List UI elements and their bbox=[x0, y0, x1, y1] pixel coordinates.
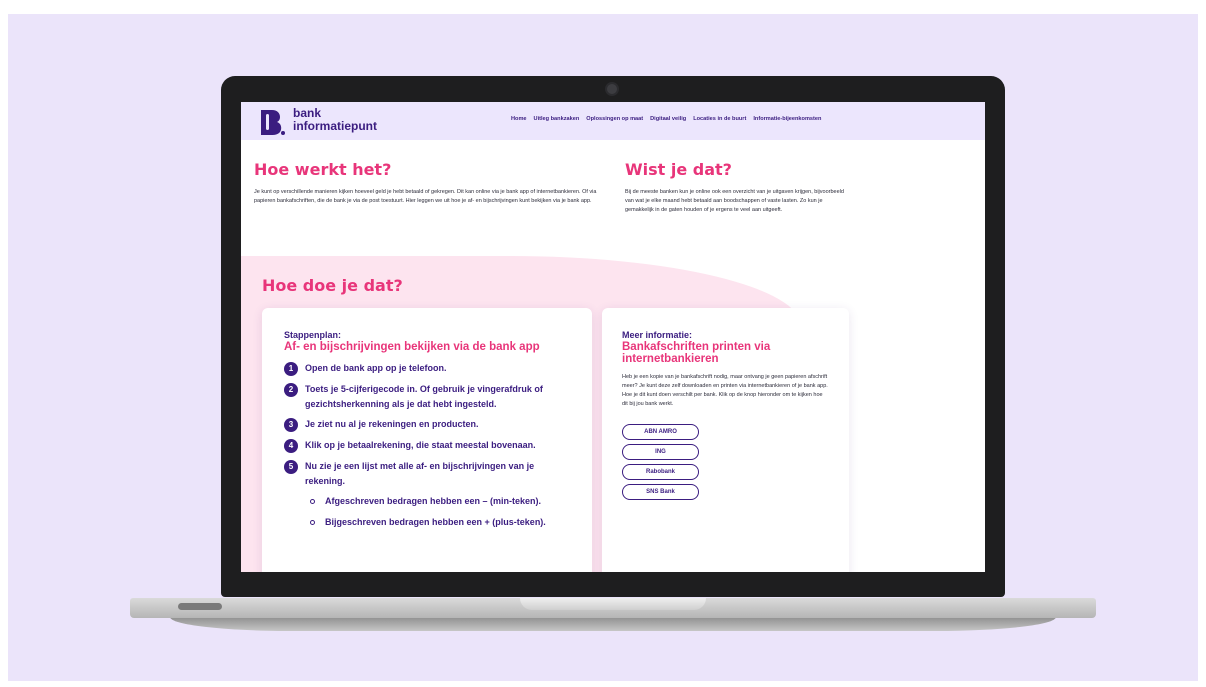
nav-home[interactable]: Home bbox=[511, 116, 527, 122]
site-header: bank informatiepunt Home Uitleg bankzake… bbox=[241, 102, 985, 140]
steps-label: Stappenplan: bbox=[284, 330, 342, 340]
step-item: 5 Nu zie je een lijst met alle af- en bi… bbox=[284, 459, 570, 488]
main-nav: Home Uitleg bankzaken Oplossingen op maa… bbox=[511, 116, 821, 122]
rabobank-button[interactable]: Rabobank bbox=[622, 464, 699, 480]
sub-step-item: Afgeschreven bedragen hebben een – (min-… bbox=[310, 494, 570, 509]
sub-step-list: Afgeschreven bedragen hebben een – (min-… bbox=[310, 494, 570, 529]
step-text: Je ziet nu al je rekeningen en producten… bbox=[305, 419, 479, 429]
more-info-label: Meer informatie: bbox=[622, 330, 693, 340]
nav-oplossingen-op-maat[interactable]: Oplossingen op maat bbox=[586, 116, 643, 122]
sns-bank-button[interactable]: SNS Bank bbox=[622, 484, 699, 500]
step-text: Nu zie je een lijst met alle af- en bijs… bbox=[305, 461, 535, 486]
nav-digitaal-veilig[interactable]: Digitaal veilig bbox=[650, 116, 686, 122]
sub-step-item: Bijgeschreven bedragen hebben een + (plu… bbox=[310, 515, 570, 530]
how-section-title: Hoe doe je dat? bbox=[262, 276, 403, 295]
step-number: 1 bbox=[284, 362, 298, 376]
nav-locaties-in-de-buurt[interactable]: Locaties in de buurt bbox=[693, 116, 746, 122]
step-number: 4 bbox=[284, 439, 298, 453]
logo-text[interactable]: bank informatiepunt bbox=[293, 107, 377, 133]
abn-amro-button[interactable]: ABN AMRO bbox=[622, 424, 699, 440]
step-text: Open de bank app op je telefoon. bbox=[305, 363, 447, 373]
laptop-screen: bank informatiepunt Home Uitleg bankzake… bbox=[241, 102, 985, 572]
intro-text: Je kunt op verschillende manieren kijken… bbox=[254, 189, 597, 204]
more-info-card: Meer informatie: Bankafschriften printen… bbox=[602, 308, 849, 572]
intro-title: Hoe werkt het? bbox=[254, 160, 392, 179]
tip-title: Wist je dat? bbox=[625, 160, 732, 179]
intro-section: Hoe werkt het? Je kunt op verschillende … bbox=[254, 160, 604, 206]
camera-icon bbox=[605, 82, 619, 96]
steps-title: Af- en bijschrijvingen bekijken via de b… bbox=[284, 341, 540, 353]
ing-button[interactable]: ING bbox=[622, 444, 699, 460]
nav-uitleg-bankzaken[interactable]: Uitleg bankzaken bbox=[534, 116, 580, 122]
tip-text: Bij de meeste banken kun je online ook e… bbox=[625, 189, 844, 213]
logo-line-2: informatiepunt bbox=[293, 119, 377, 133]
step-text: Klik op je betaalrekening, die staat mee… bbox=[305, 440, 536, 450]
laptop-hinge-notch bbox=[520, 598, 706, 610]
nav-informatie-bijeenkomsten[interactable]: Informatie-bijeenkomsten bbox=[753, 116, 821, 122]
step-text: Toets je 5-cijferigecode in. Of gebruik … bbox=[305, 384, 543, 409]
step-number: 2 bbox=[284, 383, 298, 397]
more-info-text: Heb je een kopie van je bankafschrift no… bbox=[622, 374, 828, 407]
step-item: 3 Je ziet nu al je rekeningen en product… bbox=[284, 417, 570, 432]
more-info-title: Bankafschriften printen via internetbank… bbox=[622, 341, 771, 365]
tip-section: Wist je dat? Bij de meeste banken kun je… bbox=[625, 160, 847, 215]
laptop-port bbox=[178, 603, 222, 610]
laptop-base-shadow bbox=[170, 617, 1056, 631]
step-item: 2 Toets je 5-cijferigecode in. Of gebrui… bbox=[284, 382, 570, 411]
step-item: 1 Open de bank app op je telefoon. bbox=[284, 361, 570, 376]
step-number: 3 bbox=[284, 418, 298, 432]
steps-card: Stappenplan: Af- en bijschrijvingen beki… bbox=[262, 308, 592, 572]
step-item: 4 Klik op je betaalrekening, die staat m… bbox=[284, 438, 570, 453]
logo-icon[interactable] bbox=[259, 108, 285, 136]
step-number: 5 bbox=[284, 460, 298, 474]
